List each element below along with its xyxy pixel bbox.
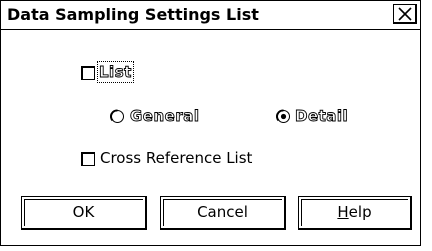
detail-radio[interactable]: [276, 109, 291, 124]
cancel-button[interactable]: Cancel: [160, 196, 286, 230]
list-checkbox-label[interactable]: List: [97, 61, 134, 83]
data-sampling-settings-dialog: Data Sampling Settings List List General…: [0, 0, 421, 246]
help-button[interactable]: Help: [298, 196, 412, 230]
cross-reference-list-checkbox[interactable]: [81, 152, 95, 166]
detail-radio-label[interactable]: Detail: [295, 107, 349, 126]
cancel-button-label: Cancel: [197, 203, 248, 221]
help-button-label: Help: [337, 203, 372, 221]
close-button[interactable]: [393, 4, 417, 24]
general-radio-label[interactable]: General: [130, 107, 200, 126]
ok-button-label: OK: [72, 203, 95, 221]
list-checkbox[interactable]: [81, 66, 95, 80]
dialog-title: Data Sampling Settings List: [7, 5, 259, 24]
general-radio[interactable]: [110, 109, 125, 124]
ok-button[interactable]: OK: [21, 196, 147, 230]
close-icon: [398, 7, 412, 21]
cross-reference-list-label[interactable]: Cross Reference List: [100, 149, 252, 167]
title-bar: Data Sampling Settings List: [1, 1, 420, 30]
